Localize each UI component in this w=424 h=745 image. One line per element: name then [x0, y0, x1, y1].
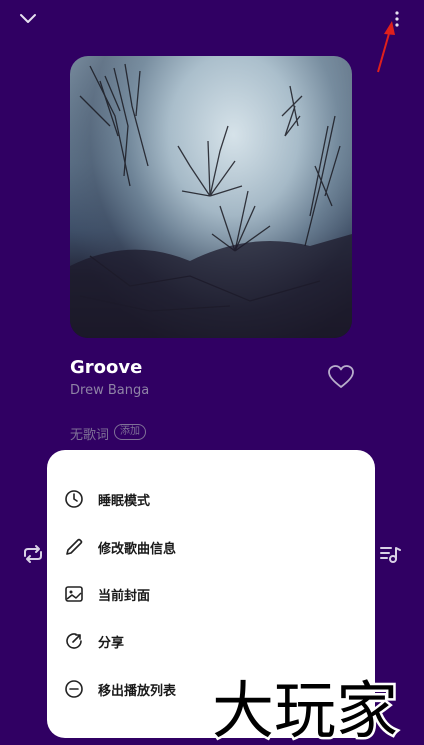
menu-item-current-cover[interactable]: 当前封面 [47, 572, 375, 616]
menu-item-label: 分享 [98, 635, 125, 651]
heart-icon [328, 365, 354, 388]
add-lyrics-button[interactable]: 添加 [114, 424, 146, 440]
chevron-down-icon [20, 14, 36, 23]
repeat-icon [24, 545, 42, 563]
share-icon [63, 630, 85, 652]
clock-icon [63, 488, 85, 510]
watermark-logo: 大玩家 [212, 672, 401, 744]
playlist-icon [380, 547, 401, 563]
artist-name[interactable]: Drew Banga [70, 383, 149, 398]
menu-item-share[interactable]: 分享 [47, 619, 375, 663]
collapse-button[interactable] [14, 6, 42, 32]
lyrics-status: 无歌词 [70, 428, 110, 443]
menu-item-label: 当前封面 [98, 588, 151, 604]
menu-item-label: 修改歌曲信息 [98, 541, 177, 557]
menu-item-sleep-mode[interactable]: 睡眠模式 [47, 477, 375, 521]
menu-item-label: 移出播放列表 [98, 683, 177, 699]
menu-item-edit-song-info[interactable]: 修改歌曲信息 [47, 525, 375, 569]
playlist-button[interactable] [378, 542, 402, 566]
album-art-illustration [70, 63, 352, 338]
annotation-arrow [377, 21, 395, 73]
favorite-button[interactable] [327, 364, 355, 390]
menu-item-label: 睡眠模式 [98, 493, 151, 509]
remove-circle-icon [63, 678, 85, 700]
album-art [70, 56, 352, 338]
repeat-button[interactable] [20, 542, 46, 566]
watermark-text: 大玩家 [212, 674, 398, 744]
song-title: Groove [70, 357, 143, 378]
image-icon [63, 583, 85, 605]
pencil-icon [63, 536, 85, 558]
